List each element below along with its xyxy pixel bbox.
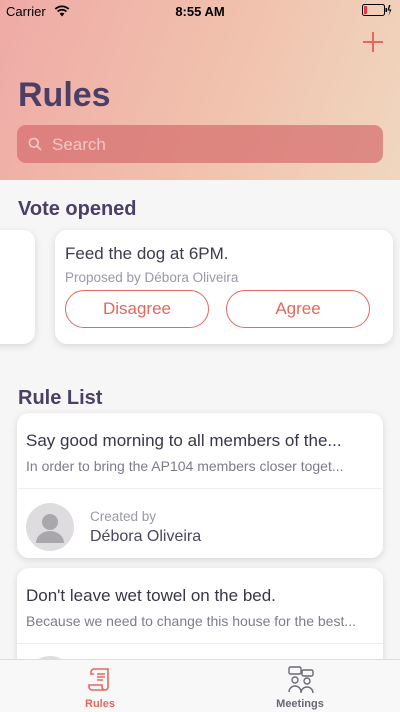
disagree-button[interactable]: Disagree <box>65 290 209 328</box>
search-input[interactable] <box>50 125 374 165</box>
battery-icon <box>362 4 392 22</box>
tab-meetings[interactable]: Meetings <box>200 660 400 712</box>
divider <box>17 643 383 644</box>
avatar <box>26 503 74 551</box>
vote-card[interactable]: Feed the dog at 6PM. Proposed by Débora … <box>55 230 393 344</box>
meeting-people-icon <box>286 665 316 700</box>
tab-rules[interactable]: Rules <box>0 660 200 712</box>
rule-title: Say good morning to all members of the..… <box>26 431 342 450</box>
header: Carrier 8:55 AM Rules <box>0 0 400 180</box>
divider <box>17 488 383 489</box>
rule-description: In order to bring the AP104 members clos… <box>26 458 344 474</box>
scroll-icon <box>86 665 114 698</box>
plus-icon <box>363 32 383 52</box>
creator-name: Débora Oliveira <box>90 528 202 545</box>
agree-button[interactable]: Agree <box>226 290 370 328</box>
created-by-label: Created by <box>90 509 157 524</box>
tab-label: Meetings <box>276 698 324 710</box>
rule-title: Don't leave wet towel on the bed. <box>26 586 276 605</box>
rule-card[interactable]: Don't leave wet towel on the bed. Becaus… <box>17 568 383 704</box>
user-avatar-icon <box>36 514 64 543</box>
status-bar: Carrier 8:55 AM <box>0 0 400 24</box>
vote-section-title: Vote opened <box>18 198 137 220</box>
page-title: Rules <box>18 76 111 114</box>
vote-card-previous[interactable] <box>0 230 35 344</box>
search-icon <box>28 137 42 156</box>
add-rule-button[interactable] <box>360 30 386 56</box>
tab-bar: Rules Meetings <box>0 659 400 712</box>
vote-title: Feed the dog at 6PM. <box>65 244 229 263</box>
search-bar[interactable] <box>17 125 383 165</box>
rule-list-title: Rule List <box>18 387 103 409</box>
clock: 8:55 AM <box>175 4 225 19</box>
rule-description: Because we need to change this house for… <box>26 613 356 629</box>
rule-card[interactable]: Say good morning to all members of the..… <box>17 413 383 558</box>
tab-label: Rules <box>85 698 115 710</box>
vote-proposer: Proposed by Débora Oliveira <box>65 270 239 285</box>
